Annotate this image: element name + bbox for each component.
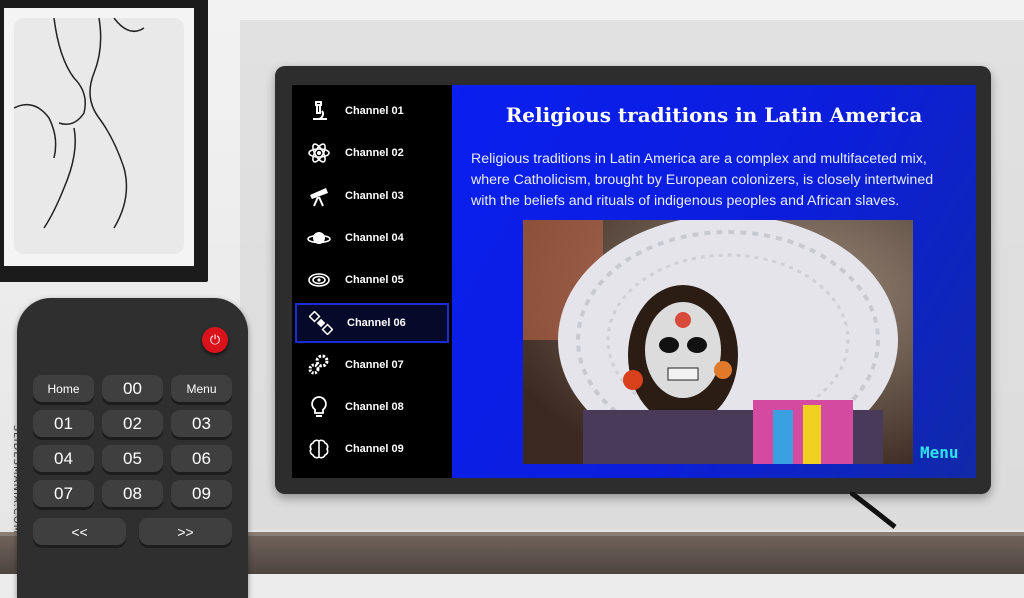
channel-label: Channel 07 xyxy=(345,358,404,371)
satellite-icon xyxy=(301,308,341,338)
picture-frame xyxy=(0,0,208,282)
body-text: Religious traditions in Latin America ar… xyxy=(471,151,934,209)
channel-item-02[interactable]: Channel 02 xyxy=(295,133,449,173)
channel-label: Channel 02 xyxy=(345,147,404,160)
telescope-icon xyxy=(299,181,339,211)
digit-button-06[interactable]: 06 xyxy=(171,445,232,472)
power-icon: ⏻ xyxy=(209,332,221,347)
channel-label: Channel 04 xyxy=(345,231,404,244)
channel-label: Channel 09 xyxy=(345,443,404,456)
digit-button-02[interactable]: 02 xyxy=(102,410,163,437)
digit-button-09[interactable]: 09 xyxy=(171,480,232,507)
tv: Channel 01 Channel 02 Channel 03 Channel 04… xyxy=(275,66,991,494)
digit-button-04[interactable]: 04 xyxy=(33,445,94,472)
channel-label: Channel 01 xyxy=(345,105,404,117)
channel-label: Channel 06 xyxy=(347,316,406,329)
line-art-drawing xyxy=(13,17,184,254)
channel-item-04[interactable]: Channel 04 xyxy=(295,218,449,258)
channel-item-08[interactable]: Channel 08 xyxy=(295,387,449,427)
channel-item-06[interactable]: Channel 06 xyxy=(295,302,449,343)
channel-label: Channel 08 xyxy=(345,401,404,414)
page-title: Religious traditions in Latin America xyxy=(505,103,923,127)
channel-item-01[interactable]: Channel 01 xyxy=(295,91,449,131)
prev-button[interactable]: << xyxy=(33,518,126,545)
catrina-photo xyxy=(523,220,913,464)
next-button[interactable]: >> xyxy=(139,518,232,545)
planet-icon xyxy=(299,223,339,253)
remote-control: ⏻ Home 00 Menu 01 02 03 04 05 06 07 08 0… xyxy=(17,298,248,598)
channel-label: Channel 03 xyxy=(345,189,404,202)
atom-icon xyxy=(299,138,339,168)
lightbulb-icon xyxy=(299,392,339,422)
photo-image xyxy=(523,220,913,464)
line-art-icon xyxy=(13,17,145,229)
home-button[interactable]: Home xyxy=(33,375,94,402)
digit-button-08[interactable]: 08 xyxy=(102,480,163,507)
channel-label: Channel 05 xyxy=(345,274,404,287)
brain-icon xyxy=(299,434,339,464)
power-button[interactable]: ⏻ xyxy=(202,327,228,353)
tv-cable xyxy=(850,492,897,529)
channel-item-05[interactable]: Channel 05 xyxy=(295,260,449,300)
gears-icon xyxy=(299,350,339,380)
content-panel: Religious traditions in Latin America Re… xyxy=(452,85,976,478)
frame-mat xyxy=(4,8,194,266)
menu-link[interactable]: Menu xyxy=(920,443,959,462)
channel-list: Channel 01 Channel 02 Channel 03 Channel 04… xyxy=(292,85,452,478)
channel-item-07[interactable]: Channel 07 xyxy=(295,345,449,385)
channel-item-09[interactable]: Channel 09 xyxy=(295,429,449,469)
galaxy-icon xyxy=(299,265,339,295)
button-00[interactable]: 00 xyxy=(102,375,163,402)
menu-button[interactable]: Menu xyxy=(171,375,232,402)
digit-button-07[interactable]: 07 xyxy=(33,480,94,507)
digit-button-01[interactable]: 01 xyxy=(33,410,94,437)
channel-item-03[interactable]: Channel 03 xyxy=(295,176,449,216)
digit-button-05[interactable]: 05 xyxy=(102,445,163,472)
tv-screen: Channel 01 Channel 02 Channel 03 Channel 04… xyxy=(292,85,976,478)
microscope-icon xyxy=(299,96,339,126)
digit-button-03[interactable]: 03 xyxy=(171,410,232,437)
